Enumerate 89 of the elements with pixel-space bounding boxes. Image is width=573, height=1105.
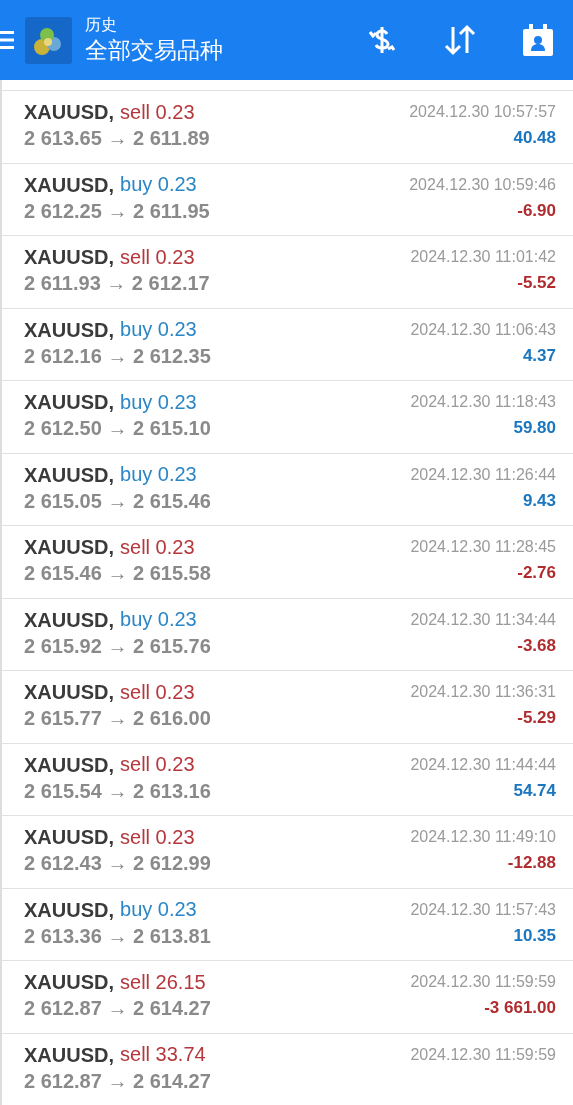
deal-row[interactable]: XAUUSD, sell 0.23 2024.12.30 11:36:31 2 615.77 → 2 616.00 -5.29 [0,670,573,743]
deal-profit: 9.43 [522,489,556,512]
deal-profit: 40.48 [513,127,556,149]
deal-time: 2024.12.30 11:57:43 [410,899,556,920]
deal-row[interactable]: XAUUSD, sell 33.74 2024.12.30 11:59:59 2 612.87 → 2 614.27 [0,1032,573,1105]
deal-profit: 59.80 [513,417,556,439]
deal-time: 2024.12.30 11:26:44 [410,464,556,485]
deal-symbol: XAUUSD, [24,897,114,923]
deal-symbol: XAUUSD, [24,245,114,270]
deal-prices: 2 615.77 → 2 616.00 [24,706,212,731]
deal-prices: 2 615.54 → 2 613.16 [24,778,212,804]
deal-profit: -5.52 [517,272,556,294]
deal-time: 2024.12.30 11:06:43 [410,319,556,340]
deal-symbol: XAUUSD, [24,172,114,198]
deal-time: 2024.12.30 10:57:57 [409,102,556,122]
deal-order: sell 0.23 [120,825,195,849]
deal-order: buy 0.23 [120,390,197,414]
deal-time: 2024.12.30 11:59:59 [410,1044,556,1065]
deal-time: 2024.12.30 11:49:10 [410,827,556,847]
deal-symbol: XAUUSD, [24,752,114,778]
deal-time: 2024.12.30 11:34:44 [410,609,556,630]
deal-prices: 2 613.65 → 2 611.89 [24,126,211,151]
deal-row[interactable]: XAUUSD, buy 0.23 2024.12.30 11:34:44 2 615.92 → 2 615.76 -3.68 [0,597,573,670]
deal-symbol: XAUUSD, [24,825,114,850]
deal-order: sell 33.74 [120,1043,206,1066]
deal-prices: 2 612.25 → 2 611.95 [24,198,211,224]
deal-symbol: XAUUSD, [24,390,114,415]
deal-prices: 2 615.05 → 2 615.46 [24,488,212,514]
deal-order: buy 0.23 [120,898,197,921]
deal-order: buy 0.23 [120,463,197,486]
deal-symbol: XAUUSD, [24,1042,114,1068]
deal-time: 2024.12.30 11:44:44 [410,754,556,775]
menu-icon[interactable] [0,29,16,51]
deal-time: 2024.12.30 11:18:43 [410,392,556,412]
deal-order: sell 26.15 [120,970,206,994]
deal-profit: 4.37 [522,344,556,367]
deal-prices: 2 615.46 → 2 615.58 [24,561,212,586]
deal-time: 2024.12.30 11:28:45 [410,537,556,557]
deal-row[interactable]: XAUUSD, buy 0.23 2024.12.30 10:59:46 2 612.25 → 2 611.95 -6.90 [0,162,573,235]
deal-symbol: XAUUSD, [24,680,114,705]
deal-prices: 2 612.50 → 2 615.10 [24,416,212,441]
deal-symbol: XAUUSD, [24,970,114,995]
deal-row[interactable]: XAUUSD, sell 0.23 2024.12.30 11:28:45 2 615.46 → 2 615.58 -2.76 [0,525,573,598]
deal-profit: -2.76 [517,562,556,584]
deal-row[interactable]: XAUUSD, sell 0.23 2024.12.30 11:44:44 2 615.54 → 2 613.16 54.74 [0,742,573,815]
deal-order: sell 0.23 [120,245,195,269]
deal-symbol: XAUUSD, [24,607,114,633]
deal-row[interactable]: XAUUSD, sell 26.15 2024.12.30 11:59:59 2 612.87 → 2 614.27 -3 661.00 [0,960,573,1033]
deal-profit: 10.35 [513,924,556,947]
deal-order: sell 0.23 [120,100,195,124]
deal-order: buy 0.23 [120,608,197,631]
deal-prices: 2 615.92 → 2 615.76 [24,633,212,659]
deal-profit: -3 661.00 [484,997,556,1019]
app-logo-icon [25,16,72,64]
deal-order: buy 0.23 [120,318,197,341]
calendar-person-icon[interactable] [521,23,555,57]
deal-time: 2024.12.30 10:59:46 [409,174,556,195]
deal-order: sell 0.23 [120,680,195,704]
screen-title: 历史 [85,15,118,35]
deal-row[interactable]: XAUUSD, sell 0.23 2024.12.30 11:49:10 2 612.43 → 2 612.99 -12.88 [0,815,573,888]
deal-profit: 54.74 [513,779,556,802]
deal-profit: -12.88 [507,852,556,874]
deal-prices: 2 612.43 → 2 612.99 [24,851,212,876]
deal-order: sell 0.23 [120,753,195,776]
deal-symbol: XAUUSD, [24,535,114,560]
deal-row[interactable]: XAUUSD, sell 0.23 2024.12.30 10:57:57 2 613.65 → 2 611.89 40.48 [0,90,573,163]
sort-icon[interactable] [443,23,477,57]
deal-order: sell 0.23 [120,535,195,559]
deal-prices: 2 611.93 → 2 612.17 [24,271,211,296]
deal-prices: 2 612.87 → 2 614.27 [24,1068,212,1094]
deal-prices: 2 612.16 → 2 612.35 [24,343,212,369]
deal-row[interactable]: XAUUSD, buy 0.23 2024.12.30 11:26:44 2 615.05 → 2 615.46 9.43 [0,452,573,525]
deal-row[interactable]: XAUUSD, buy 0.23 2024.12.30 11:06:43 2 612.16 → 2 612.35 4.37 [0,307,573,380]
deal-symbol: XAUUSD, [24,317,114,343]
deal-prices: 2 613.36 → 2 613.81 [24,923,212,949]
deal-row[interactable]: XAUUSD, buy 0.23 2024.12.30 11:18:43 2 612.50 → 2 615.10 59.80 [0,380,573,453]
deal-order: buy 0.23 [120,173,197,196]
deal-row[interactable]: XAUUSD, sell 0.23 2024.12.30 11:01:42 2 611.93 → 2 612.17 -5.52 [0,235,573,308]
deal-row[interactable]: XAUUSD, buy 0.23 2024.12.30 11:57:43 2 613.36 → 2 613.81 10.35 [0,887,573,960]
deal-profit: -3.68 [517,634,556,657]
deal-time: 2024.12.30 11:59:59 [410,972,556,992]
deal-time: 2024.12.30 11:36:31 [410,682,556,702]
symbol-filter[interactable]: 全部交易品种 [85,35,365,65]
deal-prices: 2 612.87 → 2 614.27 [24,996,212,1021]
deal-symbol: XAUUSD, [24,462,114,488]
deal-time: 2024.12.30 11:01:42 [410,247,556,267]
deal-symbol: XAUUSD, [24,100,114,125]
deal-profit: -6.90 [517,199,556,222]
deal-profit: -5.29 [517,707,556,729]
